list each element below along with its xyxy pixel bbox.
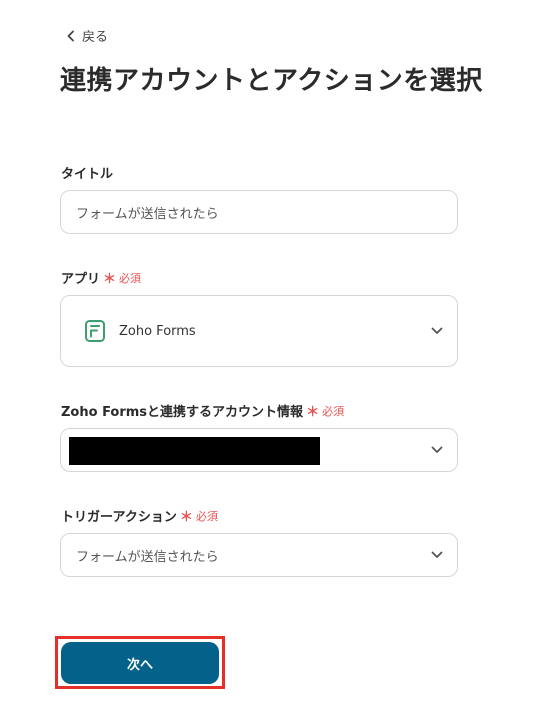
next-button[interactable]: 次へ — [61, 642, 219, 684]
app-select-value: Zoho Forms — [119, 323, 196, 339]
chevron-left-icon — [67, 30, 74, 41]
zoho-forms-icon — [85, 320, 105, 342]
trigger-select[interactable]: フォームが送信されたら — [60, 533, 458, 577]
title-input-value: フォームが送信されたら — [76, 206, 219, 222]
trigger-field-label-text: トリガーアクション — [61, 510, 177, 525]
title-field-label: タイトル — [61, 163, 113, 182]
title-field-label-text: タイトル — [61, 167, 114, 182]
app-select[interactable]: Zoho Forms — [60, 295, 458, 367]
chevron-down-icon — [431, 327, 443, 334]
app-field-label: アプリ ＊ 必須 — [61, 268, 142, 288]
chevron-down-icon — [431, 446, 443, 453]
trigger-select-value: フォームが送信されたら — [76, 549, 219, 565]
account-select[interactable] — [60, 428, 458, 472]
app-field-label-text: アプリ — [61, 272, 101, 287]
back-link-label: 戻る — [82, 30, 109, 45]
trigger-field-label: トリガーアクション ＊ 必須 — [61, 506, 218, 526]
required-star: ＊ — [306, 405, 320, 420]
page: 戻る 連携アカウントとアクションを選択 タイトル フォームが送信されたら アプリ… — [0, 0, 552, 713]
required-text: 必須 — [322, 404, 345, 418]
page-title: 連携アカウントとアクションを選択 — [60, 66, 483, 96]
required-text: 必須 — [119, 271, 142, 285]
back-link[interactable]: 戻る — [66, 26, 108, 45]
chevron-down-icon — [431, 551, 443, 558]
redacted-account-value — [69, 437, 320, 465]
account-field-label: Zoho Formsと連携するアカウント情報 ＊ 必須 — [61, 401, 345, 421]
title-input[interactable]: フォームが送信されたら — [60, 190, 458, 234]
required-star: ＊ — [179, 510, 193, 525]
required-star: ＊ — [103, 272, 117, 287]
account-field-label-text: Zoho Formsと連携するアカウント情報 — [61, 405, 304, 420]
required-text: 必須 — [195, 509, 218, 523]
